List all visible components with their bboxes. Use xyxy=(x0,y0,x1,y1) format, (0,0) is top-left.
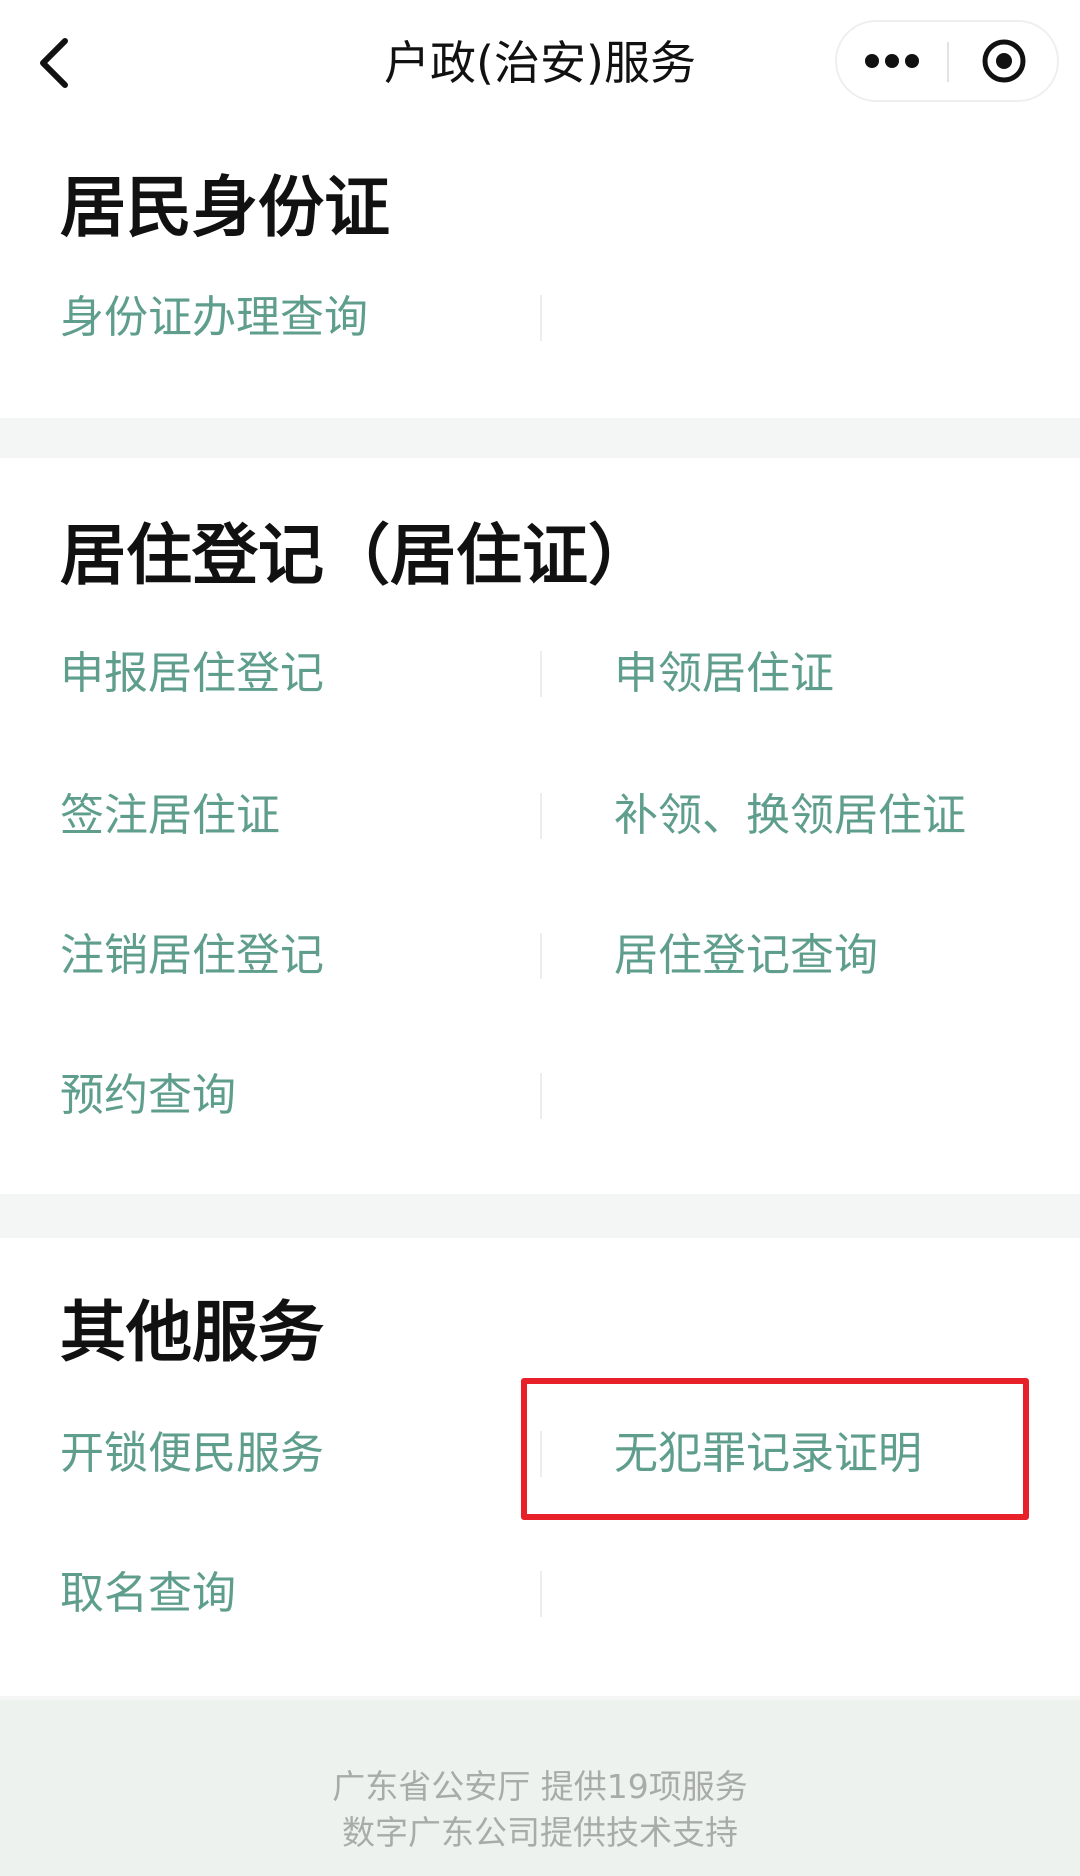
section-id-card: 居民身份证 身份证办理查询 xyxy=(0,128,1080,418)
service-item-reissue-permit[interactable]: 补领、换领居住证 xyxy=(614,786,966,846)
service-item-registration-query[interactable]: 居住登记查询 xyxy=(614,926,878,986)
chevron-left-icon xyxy=(40,38,68,88)
close-button[interactable] xyxy=(949,22,1059,100)
back-button[interactable] xyxy=(18,28,88,98)
more-button[interactable] xyxy=(837,22,947,100)
footer-provider-text: 广东省公安厅 提供19项服务 xyxy=(332,1767,748,1806)
service-item-report-residence[interactable]: 申报居住登记 xyxy=(60,644,324,704)
service-item-apply-permit[interactable]: 申领居住证 xyxy=(614,644,834,704)
section-residence: 居住登记（居住证） 申报居住登记 申领居住证 签注居住证 补领、换领居住证 注销… xyxy=(0,458,1080,1194)
more-dots-icon xyxy=(865,54,919,68)
section-title: 其他服务 xyxy=(60,1294,324,1371)
target-close-icon xyxy=(982,39,1026,83)
service-item-id-query[interactable]: 身份证办理查询 xyxy=(60,288,368,348)
service-item-unlock-service[interactable]: 开锁便民服务 xyxy=(60,1424,324,1484)
column-divider xyxy=(540,651,542,697)
mini-program-capsule xyxy=(835,20,1059,102)
footer: 广东省公安厅 提供19项服务 数字广东公司提供技术支持 xyxy=(0,1700,1080,1876)
service-item-endorse-permit[interactable]: 签注居住证 xyxy=(60,786,280,846)
page-title: 户政(治安)服务 xyxy=(384,36,696,90)
section-title: 居住登记（居住证） xyxy=(60,517,654,594)
service-item-name-query[interactable]: 取名查询 xyxy=(60,1564,236,1624)
highlight-annotation-box xyxy=(521,1378,1029,1520)
column-divider xyxy=(540,933,542,979)
service-item-cancel-registration[interactable]: 注销居住登记 xyxy=(60,926,324,986)
column-divider xyxy=(540,295,542,341)
column-divider xyxy=(540,793,542,839)
column-divider xyxy=(540,1571,542,1617)
footer-tech-support-text: 数字广东公司提供技术支持 xyxy=(342,1813,738,1852)
section-title: 居民身份证 xyxy=(60,169,390,246)
service-item-appointment-query[interactable]: 预约查询 xyxy=(60,1066,236,1126)
top-nav-bar: 户政(治安)服务 xyxy=(0,0,1080,128)
column-divider xyxy=(540,1073,542,1119)
